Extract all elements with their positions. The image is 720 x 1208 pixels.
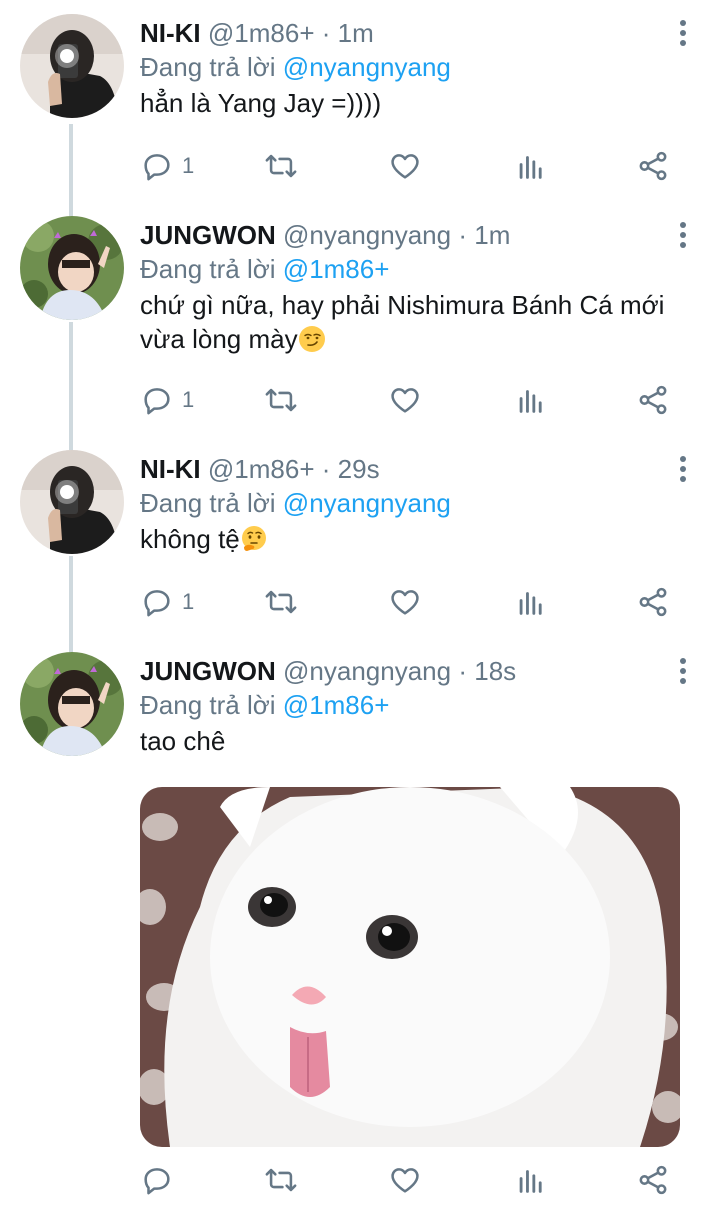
tweet-text: tao chê	[140, 726, 226, 756]
avatar[interactable]	[20, 652, 124, 756]
more-vertical-icon[interactable]	[676, 658, 690, 688]
author-name[interactable]: NI-KI	[140, 454, 201, 484]
more-vertical-icon[interactable]	[676, 456, 690, 486]
share-icon	[639, 587, 667, 617]
like-button[interactable]	[388, 1160, 422, 1200]
kitten-photo	[140, 787, 680, 1147]
tweet-text: hẳn là Yang Jay =))))	[140, 88, 382, 118]
retweet-icon	[265, 590, 297, 614]
reply-mention[interactable]: @1m86+	[283, 254, 390, 284]
reply-button[interactable]	[140, 1160, 182, 1200]
share-button[interactable]	[636, 1160, 670, 1200]
analytics-button[interactable]	[514, 582, 548, 622]
analytics-icon	[519, 156, 542, 179]
share-icon	[639, 151, 667, 181]
tweet[interactable]: NI-KI @1m86+ · 1m Đang trả lời @nyangnya…	[0, 0, 720, 200]
heart-icon	[391, 590, 419, 615]
retweet-button[interactable]	[264, 1160, 298, 1200]
timestamp[interactable]: 1m	[474, 220, 510, 250]
separator: ·	[321, 18, 331, 48]
like-button[interactable]	[388, 380, 422, 420]
separator: ·	[321, 454, 331, 484]
smirking-face-icon	[298, 326, 325, 352]
separator: ·	[458, 656, 467, 686]
reply-mention[interactable]: @nyangnyang	[283, 52, 451, 82]
tweet-media-image[interactable]	[140, 787, 680, 1147]
retweet-button[interactable]	[264, 582, 298, 622]
heart-icon	[391, 388, 419, 413]
avatar[interactable]	[20, 216, 124, 320]
reply-icon	[144, 154, 170, 181]
tweet[interactable]: JUNGWON @nyangnyang · 1m Đang trả lời @1…	[0, 200, 720, 436]
share-button[interactable]	[636, 146, 670, 186]
avatar[interactable]	[20, 14, 124, 118]
reply-button[interactable]: 1	[140, 380, 194, 420]
like-button[interactable]	[388, 146, 422, 186]
timestamp[interactable]: 1m	[338, 18, 374, 48]
more-vertical-icon[interactable]	[676, 222, 690, 252]
separator: ·	[458, 220, 467, 250]
analytics-button[interactable]	[514, 380, 548, 420]
tweet-text: chứ gì nữa, hay phải Nishimura Bánh Cá m…	[140, 290, 665, 354]
tweet-text-block: chứ gì nữa, hay phải Nishimura Bánh Cá m…	[140, 288, 700, 356]
share-icon	[639, 385, 667, 415]
reply-prefix: Đang trả lời	[140, 690, 276, 720]
share-button[interactable]	[636, 380, 670, 420]
reply-icon	[144, 388, 170, 415]
author-handle[interactable]: @1m86+	[208, 454, 315, 484]
author-handle[interactable]: @nyangnyang	[283, 220, 451, 250]
analytics-button[interactable]	[514, 146, 548, 186]
analytics-icon	[519, 1170, 542, 1193]
reply-prefix: Đang trả lời	[140, 254, 276, 284]
share-button[interactable]	[636, 582, 670, 622]
reply-count: 1	[182, 387, 195, 412]
heart-icon	[391, 154, 419, 179]
tweet-text: không tệ	[140, 524, 240, 554]
reply-icon	[144, 590, 170, 617]
timestamp[interactable]: 18s	[474, 656, 516, 686]
like-button[interactable]	[388, 582, 422, 622]
analytics-icon	[519, 592, 542, 615]
avatar[interactable]	[20, 450, 124, 554]
reply-mention[interactable]: @nyangnyang	[283, 488, 451, 518]
timestamp[interactable]: 29s	[338, 454, 380, 484]
reply-count: 1	[182, 153, 195, 178]
reply-mention[interactable]: @1m86+	[283, 690, 390, 720]
retweet-icon	[265, 388, 297, 412]
retweet-icon	[265, 1168, 297, 1192]
share-icon	[639, 1165, 667, 1195]
reply-prefix: Đang trả lời	[140, 52, 276, 82]
reply-button[interactable]: 1	[140, 582, 194, 622]
reply-prefix: Đang trả lời	[140, 488, 276, 518]
reply-count: 1	[182, 589, 195, 614]
retweet-icon	[265, 154, 297, 178]
tweet-text-block: không tệ	[140, 522, 700, 556]
thinking-face-icon	[241, 526, 266, 551]
retweet-button[interactable]	[264, 380, 298, 420]
analytics-icon	[519, 390, 542, 413]
reply-icon	[144, 1168, 170, 1195]
retweet-button[interactable]	[264, 146, 298, 186]
author-handle[interactable]: @1m86+	[208, 18, 315, 48]
tweet[interactable]: NI-KI @1m86+ · 29s Đang trả lời @nyangny…	[0, 436, 720, 638]
more-vertical-icon[interactable]	[676, 20, 690, 50]
reply-button[interactable]: 1	[140, 146, 194, 186]
author-name[interactable]: JUNGWON	[140, 220, 276, 250]
author-name[interactable]: NI-KI	[140, 18, 201, 48]
author-handle[interactable]: @nyangnyang	[283, 656, 451, 686]
analytics-button[interactable]	[514, 1160, 548, 1200]
heart-icon	[391, 1168, 419, 1193]
author-name[interactable]: JUNGWON	[140, 656, 276, 686]
